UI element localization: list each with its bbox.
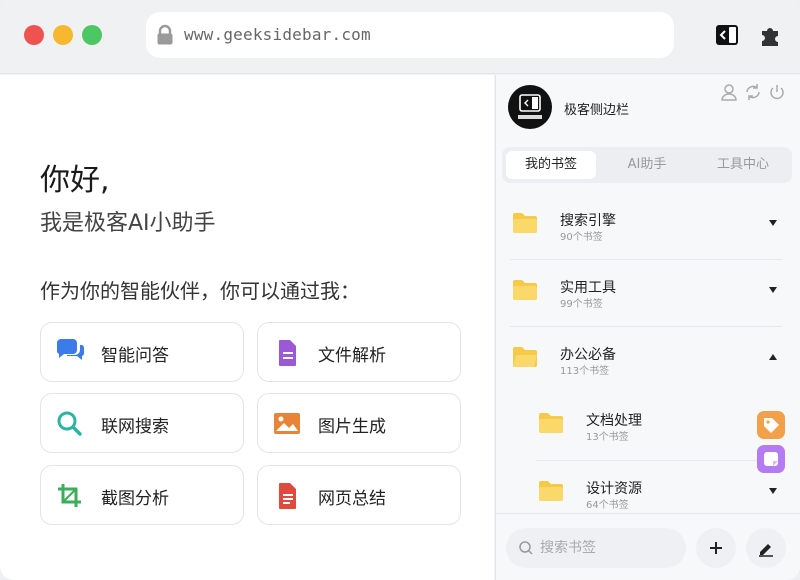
browser-window: www.geeksidebar.com 你好, 我是极客AI小助手 作为你的智能… (0, 0, 800, 580)
feature-card-web-summary[interactable]: 网页总结 (257, 465, 461, 525)
feature-label: 网页总结 (318, 489, 386, 509)
sidebar-bottom-bar (496, 513, 800, 580)
folder-icon (539, 481, 563, 501)
folder-icon (513, 280, 537, 300)
tag-icon (764, 418, 779, 433)
folder-open-icon (513, 347, 537, 367)
assistant-subtitle: 我是极客AI小助手 (40, 211, 216, 236)
plus-icon (710, 542, 722, 554)
bookmark-search-input[interactable] (540, 538, 680, 558)
chevron-down-icon[interactable] (768, 219, 778, 227)
bookmark-search-box[interactable] (506, 528, 686, 568)
sidebar-extension-icon[interactable] (714, 22, 740, 48)
geek-sidebar-panel: 极客侧边栏 我的书签 AI助手 工具中心 搜索引擎 90个书签 实用工具 99个… (495, 75, 800, 580)
browser-toolbar: www.geeksidebar.com (0, 0, 800, 74)
folder-office-essentials[interactable]: 办公必备 113个书签 (496, 327, 800, 393)
folder-count: 90个书签 (560, 232, 603, 243)
feature-card-file[interactable]: 文件解析 (257, 322, 461, 382)
power-icon[interactable] (768, 83, 786, 101)
tab-bookmarks[interactable]: 我的书签 (506, 151, 596, 179)
folder-count: 113个书签 (560, 366, 610, 377)
search-icon (57, 411, 82, 436)
chat-bubbles-icon (56, 339, 85, 360)
lock-icon (157, 24, 173, 45)
tab-ai-assistant[interactable]: AI助手 (602, 151, 692, 179)
folder-name: 实用工具 (560, 280, 616, 296)
maximize-window-button[interactable] (82, 25, 102, 45)
folder-name: 办公必备 (560, 347, 616, 363)
folder-count: 13个书签 (586, 432, 629, 443)
chevron-down-icon[interactable] (768, 487, 778, 495)
bookmark-folder-list: 搜索引擎 90个书签 实用工具 99个书签 办公必备 113个书签 文档处理 1… (496, 193, 800, 513)
feature-card-screenshot[interactable]: 截图分析 (40, 465, 244, 525)
note-quick-button[interactable] (757, 445, 785, 473)
close-window-button[interactable] (24, 25, 44, 45)
tab-tool-center[interactable]: 工具中心 (698, 151, 788, 179)
folder-utilities[interactable]: 实用工具 99个书签 (496, 260, 800, 326)
chevron-down-icon[interactable] (768, 286, 778, 294)
folder-count: 64个书签 (586, 500, 629, 511)
feature-label: 截图分析 (101, 489, 169, 509)
url-text: www.geeksidebar.com (184, 25, 371, 44)
tag-quick-button[interactable] (757, 411, 785, 439)
folder-icon (513, 213, 537, 233)
folder-design-resources[interactable]: 设计资源 64个书签 (496, 461, 800, 513)
folder-document-processing[interactable]: 文档处理 13个书签 (496, 393, 800, 459)
search-icon (519, 541, 533, 555)
address-bar[interactable]: www.geeksidebar.com (146, 12, 674, 58)
chevron-up-icon[interactable] (768, 353, 778, 361)
crop-icon (58, 484, 81, 507)
sync-icon[interactable] (744, 83, 762, 101)
minimize-window-button[interactable] (53, 25, 73, 45)
puzzle-icon[interactable] (758, 22, 784, 48)
folder-name: 搜索引擎 (560, 213, 616, 229)
feature-label: 智能问答 (101, 346, 169, 366)
edit-pen-icon (759, 544, 773, 557)
sidebar-tabs: 我的书签 AI助手 工具中心 (502, 147, 792, 183)
intro-text: 作为你的智能伙伴，你可以通过我： (40, 279, 360, 303)
main-content: 你好, 我是极客AI小助手 作为你的智能伙伴，你可以通过我： 智能问答 文件解析… (0, 75, 494, 580)
folder-name: 设计资源 (586, 481, 642, 497)
edit-bookmarks-button[interactable] (746, 528, 786, 568)
feature-label: 文件解析 (318, 346, 386, 366)
feature-label: 图片生成 (318, 417, 386, 437)
greeting-heading: 你好, (40, 163, 110, 198)
feature-label: 联网搜索 (101, 417, 169, 437)
folder-name: 文档处理 (586, 413, 642, 429)
webpage-doc-icon (279, 483, 296, 509)
folder-count: 99个书签 (560, 299, 603, 310)
add-bookmark-button[interactable] (696, 528, 736, 568)
feature-card-image-gen[interactable]: 图片生成 (257, 393, 461, 453)
brand-logo (508, 85, 552, 129)
feature-card-qa[interactable]: 智能问答 (40, 322, 244, 382)
user-icon[interactable] (720, 83, 738, 101)
feature-card-web-search[interactable]: 联网搜索 (40, 393, 244, 453)
brand-name: 极客侧边栏 (564, 103, 630, 118)
image-icon (274, 413, 300, 434)
document-icon (279, 340, 296, 366)
folder-search-engines[interactable]: 搜索引擎 90个书签 (496, 193, 800, 259)
note-icon (764, 452, 778, 466)
folder-icon (539, 413, 563, 433)
